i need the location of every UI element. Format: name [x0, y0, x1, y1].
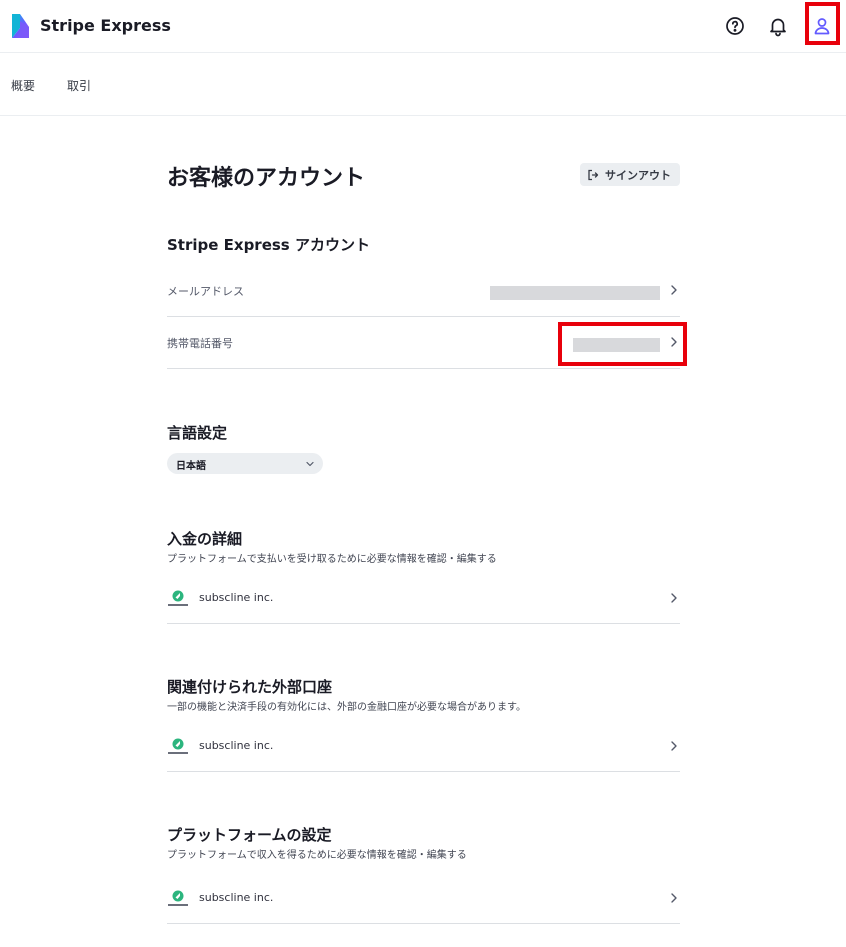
stripe-express-logo-icon[interactable]: [11, 13, 30, 39]
help-circle-icon[interactable]: [723, 14, 747, 38]
chevron-right-icon: [671, 741, 677, 751]
language-title: 言語設定: [167, 424, 228, 442]
language-selected-value: 日本語: [176, 461, 206, 472]
email-row[interactable]: メールアドレス: [167, 265, 680, 317]
payout-details-title: 入金の詳細: [167, 530, 243, 548]
platform-settings-business-row[interactable]: subscline inc.: [167, 873, 680, 924]
payout-business-row[interactable]: subscline inc.: [167, 573, 680, 624]
chevron-right-icon: [671, 893, 677, 903]
chevron-right-icon: [671, 285, 677, 295]
email-label: メールアドレス: [167, 285, 244, 298]
phone-label: 携帯電話番号: [167, 337, 233, 350]
payout-details-description: プラットフォームで支払いを受け取るために必要な情報を確認・編集する: [167, 554, 497, 565]
payout-business-name: subscline inc.: [199, 591, 274, 604]
signout-icon: [588, 169, 599, 180]
email-value-redacted: [490, 286, 660, 300]
external-account-business-name: subscline inc.: [199, 739, 274, 752]
page-title: お客様のアカウント: [167, 166, 366, 191]
external-accounts-description: 一部の機能と決済手段の有効化には、外部の金融口座が必要な場合があります。: [167, 702, 526, 713]
subscline-logo-icon: [168, 890, 188, 906]
bell-icon[interactable]: [766, 14, 790, 38]
sub-navigation: 概要 取引: [0, 53, 846, 116]
signout-label: サインアウト: [605, 168, 671, 182]
nav-item-transactions[interactable]: 取引: [67, 77, 91, 94]
chevron-down-icon: [306, 461, 314, 467]
brand-name: Stripe Express: [40, 16, 171, 35]
annotation-highlight-phone: [558, 322, 687, 366]
express-account-title: Stripe Express アカウント: [167, 236, 370, 254]
external-accounts-title: 関連付けられた外部口座: [167, 678, 333, 696]
platform-settings-description: プラットフォームで収入を得るために必要な情報を確認・編集する: [167, 850, 467, 861]
platform-settings-business-name: subscline inc.: [199, 891, 274, 904]
subscline-logo-icon: [168, 590, 188, 606]
nav-item-overview[interactable]: 概要: [11, 77, 35, 94]
language-select[interactable]: 日本語: [167, 453, 323, 474]
chevron-right-icon: [671, 593, 677, 603]
top-header: Stripe Express: [0, 0, 846, 53]
annotation-highlight-account: [805, 2, 840, 45]
subscline-logo-icon: [168, 738, 188, 754]
external-account-business-row[interactable]: subscline inc.: [167, 721, 680, 772]
platform-settings-title: プラットフォームの設定: [167, 826, 332, 844]
signout-button[interactable]: サインアウト: [580, 163, 680, 186]
